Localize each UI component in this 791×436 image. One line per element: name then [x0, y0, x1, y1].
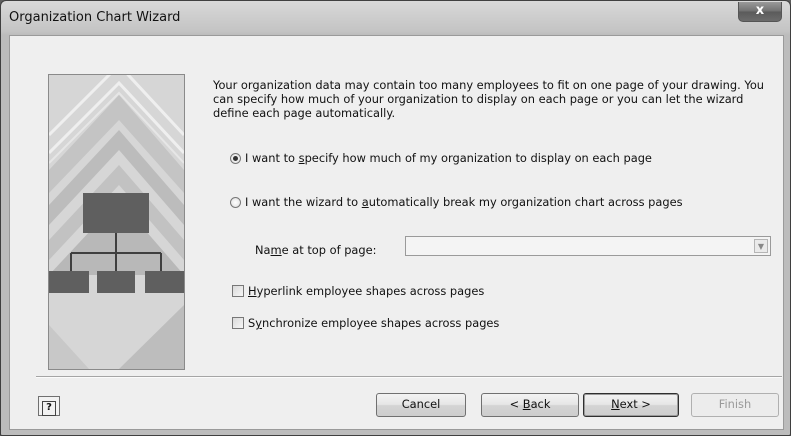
option-automatic-label: I want the wizard to automatically break…: [245, 195, 683, 209]
next-button[interactable]: Next >: [583, 393, 679, 417]
option-automatic[interactable]: I want the wizard to automatically break…: [230, 195, 683, 209]
hyperlink-label-end: yperlink employee shapes across pages: [256, 284, 485, 298]
wizard-window: Organization Chart Wizard x Your organiz…: [0, 0, 791, 436]
back-button[interactable]: < Back: [481, 393, 579, 417]
button-separator: [36, 376, 782, 378]
title-bar[interactable]: Organization Chart Wizard x: [1, 1, 790, 35]
chevron-down-icon[interactable]: ▼: [754, 239, 768, 253]
name-label-mnemonic: m: [270, 243, 282, 257]
option-automatic-label-end: utomatically break my organization chart…: [368, 195, 683, 209]
next-label-end: ext >: [619, 397, 651, 411]
radio-specify[interactable]: [230, 152, 241, 164]
hyperlink-checkbox[interactable]: [232, 285, 244, 297]
intro-text: Your organization data may contain too m…: [213, 78, 765, 120]
option-specify[interactable]: I want to specify how much of my organiz…: [230, 151, 652, 165]
close-button[interactable]: x: [738, 2, 782, 22]
back-label-end: ack: [530, 397, 551, 411]
synchronize-label: Synchronize employee shapes across pages: [248, 316, 499, 330]
option-specify-label-start: I want to: [245, 151, 299, 165]
org-chart-illustration-graphic: [49, 75, 184, 369]
synchronize-mnemonic: y: [255, 316, 262, 330]
option-specify-label-end: pecify how much of my organization to di…: [304, 151, 652, 165]
hyperlink-mnemonic: H: [248, 284, 257, 298]
name-at-top-label: Name at top of page:: [255, 243, 377, 257]
close-icon: x: [755, 3, 765, 18]
wizard-body: Your organization data may contain too m…: [9, 35, 784, 430]
name-at-top-select[interactable]: ▼: [405, 236, 771, 256]
option-automatic-label-start: I want the wizard to: [245, 195, 362, 209]
option-specify-label: I want to specify how much of my organiz…: [245, 151, 652, 165]
back-mnemonic: B: [522, 397, 531, 411]
window-title: Organization Chart Wizard: [9, 10, 181, 25]
radio-automatic[interactable]: [230, 196, 241, 208]
org-chart-illustration: [48, 74, 185, 370]
cancel-button[interactable]: Cancel: [376, 393, 466, 417]
next-mnemonic: N: [611, 397, 620, 411]
finish-button[interactable]: Finish: [691, 393, 779, 417]
name-label-end: e at top of page:: [281, 243, 377, 257]
help-icon: ?: [42, 401, 56, 416]
hyperlink-option[interactable]: Hyperlink employee shapes across pages: [232, 284, 484, 298]
option-automatic-mnemonic: a: [361, 195, 369, 209]
synchronize-label-end: nchronize employee shapes across pages: [261, 316, 500, 330]
help-button[interactable]: ?: [38, 396, 60, 416]
name-label-start: Na: [255, 243, 271, 257]
hyperlink-label: Hyperlink employee shapes across pages: [248, 284, 484, 298]
synchronize-checkbox[interactable]: [232, 317, 244, 329]
synchronize-option[interactable]: Synchronize employee shapes across pages: [232, 316, 499, 330]
back-label-start: <: [509, 397, 523, 411]
